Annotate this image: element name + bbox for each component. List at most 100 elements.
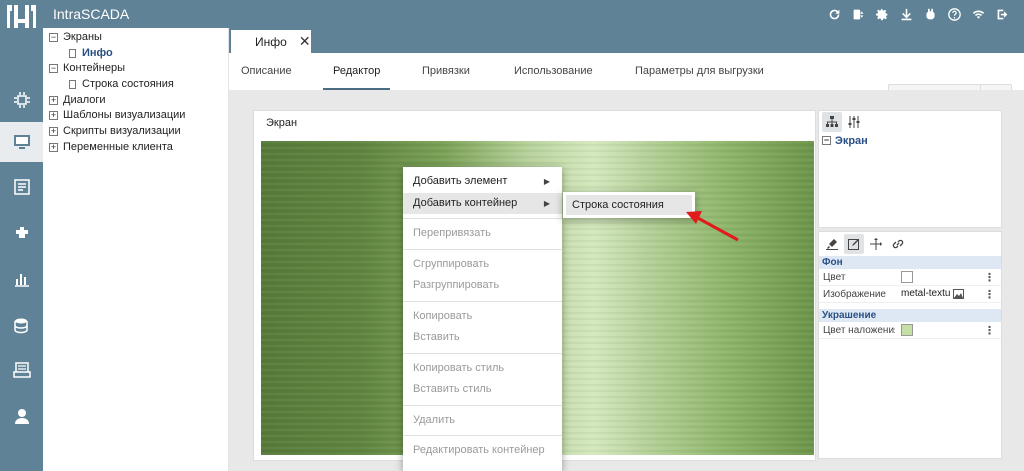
element-tree-panel: − Экран [818, 110, 1002, 228]
help-icon[interactable] [942, 6, 966, 22]
monitor-icon[interactable] [0, 122, 43, 162]
collapse-icon[interactable]: − [49, 33, 58, 42]
edit-icon[interactable] [844, 234, 864, 254]
tree-item-label: Контейнеры [63, 62, 125, 75]
hierarchy-icon[interactable] [822, 112, 842, 132]
color-swatch[interactable] [901, 271, 913, 283]
element-tree-root[interactable]: − Экран [819, 133, 1001, 149]
tree-item-dialogs[interactable]: + Диалоги [49, 93, 228, 109]
more-vert-icon[interactable]: ⋮ [984, 324, 995, 337]
link-icon[interactable] [888, 234, 908, 254]
chevron-right-icon: ▶ [543, 198, 550, 208]
menu-divider [403, 352, 562, 354]
refresh-icon[interactable] [822, 6, 846, 22]
prop-key: Изображение [823, 289, 886, 300]
more-vert-icon[interactable]: ⋮ [984, 288, 995, 301]
prop-overlay-color[interactable]: Цвет наложения ⋮ [819, 322, 1001, 339]
submenu-item-status-bar[interactable]: Строка состояния [566, 195, 692, 215]
menu-item-add-element[interactable]: Добавить элемент ▶ [403, 171, 562, 193]
logout-icon[interactable] [990, 6, 1014, 22]
expand-icon[interactable]: + [49, 111, 58, 121]
menu-item-ungroup[interactable]: Разгруппировать [403, 275, 562, 297]
menu-divider [403, 248, 562, 250]
editor-tabs: Описание Редактор Привязки Использование… [229, 56, 1024, 112]
move-icon[interactable] [866, 234, 886, 254]
tree-item-status-bar[interactable]: Строка состояния [69, 77, 228, 93]
menu-item-paste-style[interactable]: Вставить стиль [403, 379, 562, 401]
tab-bindings[interactable]: Привязки [422, 65, 470, 88]
tree-item-screens[interactable]: − Экраны [49, 30, 228, 46]
user-icon[interactable] [0, 396, 43, 436]
menu-item-label: Перепривязать [413, 227, 491, 239]
expand-icon[interactable]: + [49, 142, 58, 152]
menu-item-label: Копировать стиль [413, 361, 505, 374]
reports-icon[interactable] [0, 167, 43, 207]
tree-item-containers[interactable]: − Контейнеры [49, 61, 228, 77]
tab-editor[interactable]: Редактор [323, 65, 391, 90]
prop-key: Цвет [823, 272, 846, 283]
tab-usage[interactable]: Использование [514, 65, 593, 88]
properties-panel: Фон Цвет ⋮ Изображение metal-textu ⋮ Укр… [818, 231, 1002, 459]
menu-item-label: Сгруппировать [413, 257, 490, 270]
collapse-icon[interactable]: − [822, 136, 831, 145]
chevron-right-icon: ▶ [543, 177, 550, 186]
container-submenu: Строка состояния [563, 192, 695, 218]
prop-color[interactable]: Цвет ⋮ [819, 269, 1001, 286]
plugins-icon[interactable] [0, 213, 43, 253]
menu-item-label: Вставить [413, 331, 460, 343]
tree-item-label: Скрипты визуализации [63, 125, 181, 138]
menu-item-label: Разгруппировать [413, 279, 500, 291]
menu-item-edit-container[interactable]: Редактировать контейнер [403, 440, 562, 462]
tree-item-client-variables[interactable]: + Переменные клиента [49, 140, 228, 156]
more-vert-icon[interactable]: ⋮ [984, 271, 995, 284]
menu-item-add-container[interactable]: Добавить контейнер ▶ [403, 192, 562, 214]
document-icon [69, 48, 76, 58]
workspace: Экран − Экран Фон Цвет ⋮ Изображение met… [229, 90, 1024, 471]
menu-divider [403, 435, 562, 436]
settings-icon[interactable] [870, 6, 894, 22]
menu-item-group[interactable]: Сгруппировать [403, 254, 562, 276]
section-decoration: Украшение [819, 309, 1001, 322]
menu-divider [403, 404, 562, 406]
tab-export-params[interactable]: Параметры для выгрузки [635, 65, 764, 88]
screen-tree: − Экраны Инфо − Контейнеры Строка состоя… [43, 28, 229, 471]
menu-divider [403, 300, 562, 302]
archive-icon[interactable] [0, 350, 43, 390]
image-icon[interactable] [953, 288, 965, 299]
document-icon [69, 80, 76, 90]
toolbar-icons [822, 6, 1014, 22]
download-icon[interactable] [894, 6, 918, 22]
plugin-icon[interactable] [918, 6, 942, 22]
screens-icon[interactable] [0, 80, 43, 120]
tree-item-templates[interactable]: + Шаблоны визуализации [49, 108, 228, 124]
charts-icon[interactable] [0, 259, 43, 299]
tree-item-label: Диалоги [63, 93, 106, 106]
close-icon[interactable]: ✕ [299, 33, 311, 50]
panel-title: Экран [266, 117, 298, 129]
menu-item-copy[interactable]: Копировать [403, 306, 562, 328]
sliders-icon[interactable] [844, 112, 864, 132]
element-tree-root-label: Экран [835, 135, 868, 147]
menu-item-paste[interactable]: Вставить [403, 327, 562, 349]
menu-item-delete[interactable]: Удалить [403, 410, 562, 432]
prop-image[interactable]: Изображение metal-textu ⋮ [819, 286, 1001, 303]
expand-icon[interactable]: + [49, 127, 58, 137]
expand-icon[interactable]: + [49, 95, 58, 105]
collapse-icon[interactable]: − [49, 64, 58, 74]
tab-description[interactable]: Описание [241, 65, 292, 88]
menu-item-rebind[interactable]: Перепривязать [403, 223, 562, 245]
tree-item-label: Строка состояния [82, 78, 174, 91]
tree-item-info[interactable]: Инфо [69, 46, 228, 62]
tree-item-scripts[interactable]: + Скрипты визуализации [49, 124, 228, 140]
brush-icon[interactable] [822, 234, 842, 254]
export-icon[interactable] [846, 6, 870, 22]
document-tab-bar: Инфо ✕ [229, 28, 1024, 53]
menu-item-copy-style[interactable]: Копировать стиль [403, 358, 562, 380]
color-swatch[interactable] [901, 324, 913, 336]
tree-item-label: Экраны [63, 31, 102, 43]
wifi-icon[interactable] [966, 6, 990, 22]
document-tab[interactable]: Инфо ✕ [231, 30, 311, 53]
database-icon[interactable] [0, 306, 43, 346]
prop-value[interactable]: metal-textu [901, 288, 965, 299]
menu-divider [403, 218, 562, 219]
